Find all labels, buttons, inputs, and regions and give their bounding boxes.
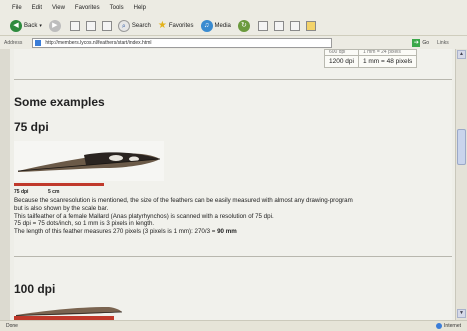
go-label: Go [422,39,430,46]
media-label: Media [214,22,231,29]
description-line: but is also shown by the scale bar. [14,204,109,212]
go-arrow-icon: ➔ [412,38,421,47]
links-label[interactable]: Links [437,40,449,46]
go-button[interactable]: ➔ Go [412,38,430,47]
status-bar: Done Internet [0,320,467,331]
refresh-icon[interactable] [85,20,96,31]
divider [14,256,452,257]
left-gutter [0,49,10,320]
vertical-scrollbar[interactable]: ▲ ▼ [455,49,467,320]
media-button[interactable]: ♫ Media [200,19,231,32]
feather-image-100dpi [14,303,124,317]
back-arrow-icon: ◀ [10,19,22,32]
feather-illustration [15,307,123,316]
star-icon: ★ [157,20,167,31]
scroll-up-icon[interactable]: ▲ [457,50,466,59]
description-line: The length of this feather measures 270 … [14,228,444,236]
search-button[interactable]: ⌕ Search [117,19,151,32]
edit-icon[interactable] [289,20,300,31]
description-line: Because the scanresolution is mentioned,… [14,197,353,204]
page-content: 600 dpi 1 mm = 24 pixels 1200 dpi 1 mm =… [14,49,452,320]
address-url: http://members.lycos.nl/feathers/start/i… [45,39,152,46]
length-result: 90 mm [217,228,237,236]
length-text: The length of this feather measures 270 … [14,228,216,236]
back-label: Back [24,22,38,29]
menu-bar: File Edit View Favorites Tools Help [0,0,467,16]
table-row: 1200 dpi 1 mm = 48 pixels [324,55,418,68]
chevron-down-icon: ▾ [39,22,42,29]
print-icon[interactable] [273,20,284,31]
example-description: Because the scanresolution is mentioned,… [14,197,444,236]
table-cell: 1 mm = 48 pixels [357,55,418,68]
feather-illustration [17,152,161,172]
feather-image-75dpi [14,141,164,181]
forward-button[interactable]: ▶ [48,19,63,32]
menu-help[interactable]: Help [134,5,146,11]
page-icon [35,39,42,46]
menu-file[interactable]: File [12,5,22,11]
stop-icon[interactable] [69,20,80,31]
section-heading: Some examples [14,95,105,109]
menu-tools[interactable]: Tools [110,5,124,11]
menu-favorites[interactable]: Favorites [75,5,100,11]
history-icon[interactable]: ↻ [237,19,250,32]
home-icon[interactable] [101,20,112,31]
favorites-label: Favorites [168,22,194,29]
media-icon: ♫ [200,19,213,32]
back-button[interactable]: ◀ Back ▾ [10,19,42,32]
page-viewport: 600 dpi 1 mm = 24 pixels 1200 dpi 1 mm =… [0,49,467,320]
table-cell: 1200 dpi [324,55,359,68]
scale-label-length: 5 cm [48,189,60,195]
scale-bar-75dpi [14,183,104,186]
example-heading-100dpi: 100 dpi [14,282,56,296]
description-line: This tailfeather of a female Mallard (An… [14,212,274,220]
mail-icon[interactable] [257,20,268,31]
address-bar: Address http://members.lycos.nl/feathers… [0,36,467,49]
dpi-table: 600 dpi 1 mm = 24 pixels 1200 dpi 1 mm =… [324,49,418,68]
address-input[interactable]: http://members.lycos.nl/feathers/start/i… [32,37,333,48]
scale-label-dpi: 75 dpi [14,189,29,195]
forward-arrow-icon: ▶ [48,19,61,32]
description-line: 75 dpi = 75 dots/inch, so 1 mm is 3 pixe… [14,220,155,228]
scroll-down-icon[interactable]: ▼ [457,309,466,318]
example-heading-75dpi: 75 dpi [14,120,49,134]
toolbar: ◀ Back ▾ ▶ ⌕ Search ★ Favorites ♫ Media … [0,16,467,36]
scroll-thumb[interactable] [457,129,466,165]
favorites-button[interactable]: ★ Favorites [158,20,194,31]
zone-label: Internet [444,323,461,329]
menu-view[interactable]: View [52,5,65,11]
address-label: Address [4,39,23,46]
search-icon: ⌕ [117,19,130,32]
folder-icon[interactable] [305,20,316,31]
search-label: Search [131,22,151,29]
security-zone: Internet [436,323,461,329]
menu-edit[interactable]: Edit [32,5,42,11]
globe-icon [436,323,443,329]
status-text: Done [6,323,18,329]
divider [14,79,452,80]
